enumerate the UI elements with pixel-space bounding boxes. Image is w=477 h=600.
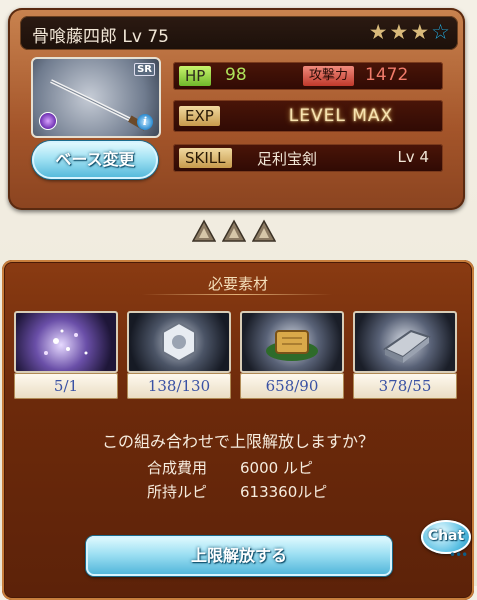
attack-value: 1472	[365, 65, 409, 85]
attack-label: 攻撃力	[303, 66, 355, 86]
weapon-thumbnail[interactable]: SR i	[31, 57, 161, 138]
confirm-question: この組み合わせで上限解放しますか？	[101, 432, 374, 451]
exp-row: EXP LEVEL MAX	[173, 100, 443, 132]
chat-dots-icon: •••	[449, 548, 468, 562]
material-item[interactable]: 5/1	[14, 311, 118, 401]
uncap-triangle-icon	[222, 219, 246, 242]
owned-rupie-value: 613360ルピ	[240, 483, 328, 501]
uncap-triangle-icon	[192, 219, 216, 242]
required-materials-panel: 必要素材 5/1 138/130 658/90 378/55 この組み合わせで上…	[2, 260, 474, 600]
materials-title: 必要素材	[207, 275, 268, 293]
uncap-button[interactable]: 上限解放する	[86, 536, 392, 576]
skill-label: SKILL	[179, 148, 232, 168]
uncap-triangle-icon	[252, 219, 276, 242]
rarity-badge: SR	[134, 63, 155, 76]
gold-scroll-material-icon	[240, 311, 344, 373]
material-count: 138/130	[127, 373, 231, 399]
star-filled-icon: ★	[410, 20, 430, 44]
owned-rupie-label: 所持ルピ	[147, 483, 208, 501]
silver-crest-material-icon	[127, 311, 231, 373]
exp-label: EXP	[179, 106, 220, 126]
star-filled-icon: ★	[368, 20, 388, 44]
silver-ingot-material-icon	[353, 311, 457, 373]
star-filled-icon: ★	[389, 20, 409, 44]
title-divider	[142, 294, 332, 295]
material-count: 378/55	[353, 373, 457, 399]
base-change-button[interactable]: ベース変更	[32, 141, 158, 179]
star-empty-icon: ☆	[431, 20, 450, 44]
skill-level: Lv 4	[397, 148, 429, 166]
stats-row: HP 98 攻撃力 1472	[173, 62, 443, 90]
cost-label: 合成費用	[147, 459, 208, 477]
material-count: 5/1	[14, 373, 118, 399]
level-max-text: LEVEL MAX	[288, 106, 394, 126]
purple-sparkle-material-icon	[14, 311, 118, 373]
skill-name: 足利宝剣	[257, 150, 318, 168]
weapon-name-level: 骨喰藤四郎 Lv 75	[32, 27, 169, 47]
info-icon[interactable]: i	[137, 114, 153, 130]
material-item[interactable]: 658/90	[240, 311, 344, 401]
cost-value: 6000 ルピ	[240, 459, 313, 477]
material-item[interactable]: 138/130	[127, 311, 231, 401]
skill-row[interactable]: SKILL 足利宝剣 Lv 4	[173, 144, 443, 172]
uncap-stars: ★ ★ ★ ☆	[369, 21, 450, 43]
material-count: 658/90	[240, 373, 344, 399]
dark-element-icon	[39, 112, 57, 130]
hp-value: 98	[225, 65, 247, 85]
weapon-title-bar: 骨喰藤四郎 Lv 75 ★ ★ ★ ☆	[20, 16, 458, 50]
material-item[interactable]: 378/55	[353, 311, 457, 401]
uncap-indicator	[192, 219, 276, 243]
hp-label: HP	[179, 66, 212, 86]
